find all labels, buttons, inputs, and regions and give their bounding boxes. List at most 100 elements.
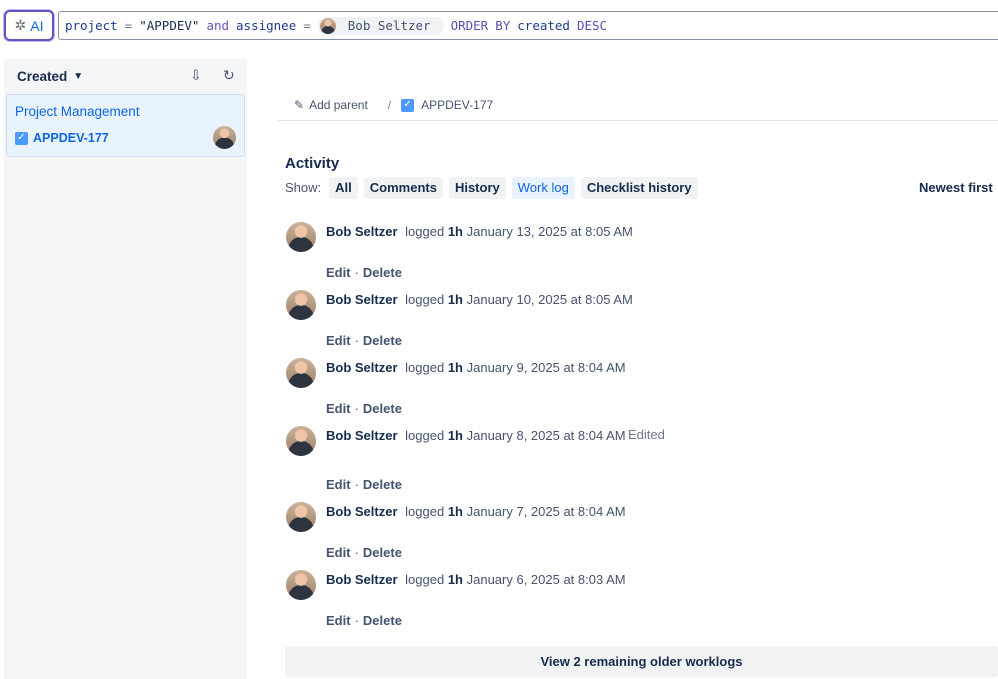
worklog-summary: Bob Seltzer logged 1h January 8, 2025 at…	[326, 428, 626, 443]
worklog-actions: Edit · Delete	[326, 477, 402, 492]
worklog-verb: logged	[405, 292, 445, 307]
worklog-author[interactable]: Bob Seltzer	[326, 224, 398, 239]
user-chip[interactable]: Bob Seltzer	[317, 16, 444, 35]
avatar	[286, 290, 316, 320]
edit-worklog-button[interactable]: Edit	[326, 401, 351, 416]
ai-toggle-button[interactable]: ✲ AI	[4, 10, 54, 41]
jql-token: BY	[495, 18, 511, 33]
worklog-author[interactable]: Bob Seltzer	[326, 360, 398, 375]
worklog-author[interactable]: Bob Seltzer	[326, 572, 398, 587]
breadcrumb-issue-link[interactable]: ✓ APPDEV-177	[401, 98, 493, 112]
worklog-hours: 1h	[447, 224, 463, 239]
avatar	[286, 570, 316, 600]
sort-order-icon[interactable]: ⇩	[190, 67, 202, 84]
edit-worklog-button[interactable]: Edit	[326, 333, 351, 348]
worklog-author[interactable]: Bob Seltzer	[326, 428, 398, 443]
worklog-hours: 1h	[447, 292, 463, 307]
sort-label: Created	[17, 68, 68, 84]
issue-card-key[interactable]: ✓ APPDEV-177	[15, 131, 109, 145]
worklog-hours: 1h	[447, 428, 463, 443]
delete-worklog-button[interactable]: Delete	[363, 545, 402, 560]
delete-worklog-button[interactable]: Delete	[363, 613, 402, 628]
sort-newest-first-button[interactable]: Newest first ↓	[919, 180, 998, 195]
issue-key-label: APPDEV-177	[33, 131, 109, 145]
worklog-entry: Bob Seltzer logged 1h January 10, 2025 a…	[286, 290, 986, 350]
edit-worklog-button[interactable]: Edit	[326, 545, 351, 560]
worklog-verb: logged	[405, 572, 445, 587]
edit-worklog-button[interactable]: Edit	[326, 613, 351, 628]
avatar	[286, 358, 316, 388]
edit-worklog-button[interactable]: Edit	[326, 477, 351, 492]
avatar	[286, 426, 316, 456]
worklog-summary: Bob Seltzer logged 1h January 6, 2025 at…	[326, 572, 626, 587]
delete-worklog-button[interactable]: Delete	[363, 265, 402, 280]
edit-worklog-button[interactable]: Edit	[326, 265, 351, 280]
worklog-summary: Bob Seltzer logged 1h January 13, 2025 a…	[326, 224, 633, 239]
filter-history-button[interactable]: History	[448, 176, 506, 199]
worklog-actions: Edit · Delete	[326, 265, 402, 280]
worklog-actions: Edit · Delete	[326, 545, 402, 560]
worklog-summary: Bob Seltzer logged 1h January 10, 2025 a…	[326, 292, 633, 307]
activity-filter-bar: Show: All Comments History Work log Chec…	[285, 176, 704, 199]
jql-token: ORDER	[450, 18, 489, 33]
view-older-worklogs-button[interactable]: View 2 remaining older worklogs	[285, 646, 998, 677]
separator-dot: ·	[354, 477, 359, 492]
worklog-entry: Bob Seltzer logged 1h January 8, 2025 at…	[286, 426, 986, 492]
task-checkbox-icon: ✓	[401, 98, 415, 112]
filter-all-button[interactable]: All	[329, 176, 358, 199]
separator-dot: ·	[354, 401, 359, 416]
delete-worklog-button[interactable]: Delete	[363, 401, 402, 416]
worklog-date: January 8, 2025 at 8:04 AM	[466, 428, 626, 443]
refresh-icon[interactable]: ↻	[223, 67, 235, 84]
pencil-icon: ✎	[294, 98, 305, 112]
add-parent-button[interactable]: ✎ Add parent	[294, 98, 368, 112]
worklog-date: January 9, 2025 at 8:04 AM	[466, 360, 626, 375]
worklog-actions: Edit · Delete	[326, 333, 402, 348]
jql-token: "APPDEV"	[139, 18, 200, 33]
filter-checklist-history-button[interactable]: Checklist history	[580, 176, 698, 199]
worklog-entry: Bob Seltzer logged 1h January 13, 2025 a…	[286, 222, 986, 282]
edited-label: Edited	[628, 427, 665, 442]
sparkle-icon: ✲	[14, 17, 27, 33]
worklog-date: January 10, 2025 at 8:05 AM	[466, 292, 633, 307]
issue-card[interactable]: Project Management ✓ APPDEV-177	[6, 94, 245, 157]
worklog-verb: logged	[405, 428, 445, 443]
issue-list-sidebar: Created ▼ ⇩ ↻ Project Management ✓ APPDE…	[4, 59, 247, 679]
jql-search-input[interactable]: project = "APPDEV" and assignee = Bob Se…	[58, 11, 998, 40]
worklog-verb: logged	[405, 360, 445, 375]
jql-token: assignee	[236, 18, 297, 33]
delete-worklog-button[interactable]: Delete	[363, 477, 402, 492]
issue-card-project: Project Management	[15, 104, 140, 119]
worklog-actions: Edit · Delete	[326, 613, 402, 628]
worklog-summary: Bob Seltzer logged 1h January 9, 2025 at…	[326, 360, 626, 375]
add-parent-label: Add parent	[309, 98, 368, 112]
worklog-hours: 1h	[447, 504, 463, 519]
worklog-entry: Bob Seltzer logged 1h January 7, 2025 at…	[286, 502, 986, 562]
task-checkbox-icon: ✓	[15, 131, 28, 145]
separator-dot: ·	[354, 613, 359, 628]
worklog-hours: 1h	[447, 360, 463, 375]
worklog-summary: Bob Seltzer logged 1h January 7, 2025 at…	[326, 504, 626, 519]
assignee-avatar	[213, 126, 236, 149]
sort-dropdown[interactable]: Created ▼	[17, 69, 83, 84]
filter-worklog-button[interactable]: Work log	[511, 176, 575, 199]
separator-dot: ·	[354, 265, 359, 280]
worklog-hours: 1h	[447, 572, 463, 587]
worklog-date: January 13, 2025 at 8:05 AM	[466, 224, 633, 239]
delete-worklog-button[interactable]: Delete	[363, 333, 402, 348]
jql-token: and	[206, 18, 230, 33]
jql-token: created	[517, 18, 570, 33]
sort-newest-label: Newest first	[919, 180, 993, 195]
jql-token: =	[124, 18, 133, 33]
worklog-author[interactable]: Bob Seltzer	[326, 504, 398, 519]
breadcrumb-separator: /	[387, 98, 392, 112]
sidebar-header: Created ▼ ⇩ ↻	[4, 59, 247, 93]
breadcrumb: ✎ Add parent / ✓ APPDEV-177	[278, 90, 998, 121]
worklog-author[interactable]: Bob Seltzer	[326, 292, 398, 307]
filter-comments-button[interactable]: Comments	[363, 176, 443, 199]
chevron-down-icon: ▼	[73, 70, 84, 82]
separator-dot: ·	[354, 333, 359, 348]
worklog-verb: logged	[405, 504, 445, 519]
worklog-date: January 7, 2025 at 8:04 AM	[466, 504, 626, 519]
worklog-actions: Edit · Delete	[326, 401, 402, 416]
